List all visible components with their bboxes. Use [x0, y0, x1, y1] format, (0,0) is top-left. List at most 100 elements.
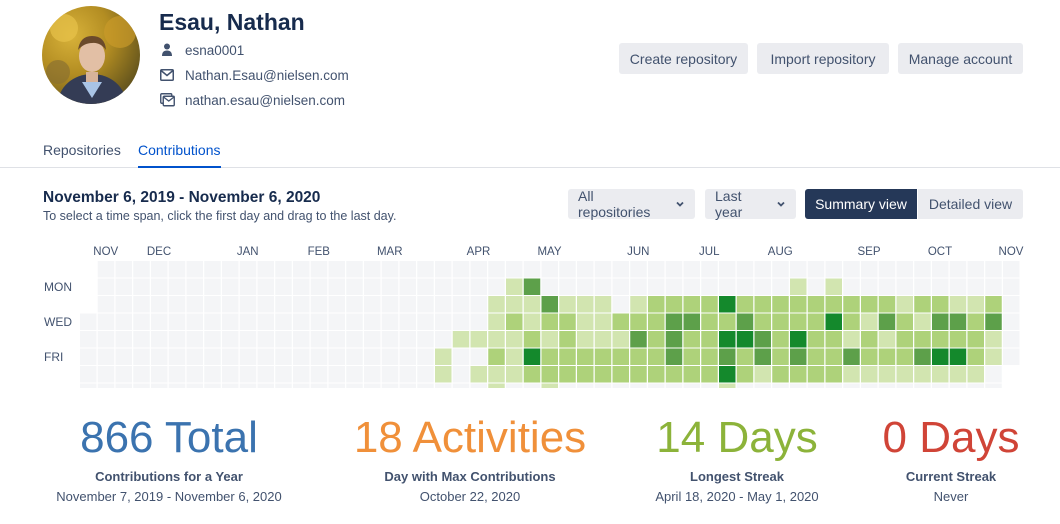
heatmap-day-cell[interactable]: [541, 261, 559, 278]
heatmap-day-cell[interactable]: [630, 383, 647, 389]
heatmap-day-cell[interactable]: [914, 296, 931, 313]
heatmap-day-cell[interactable]: [843, 313, 860, 331]
heatmap-day-cell[interactable]: [399, 261, 417, 278]
heatmap-day-cell[interactable]: [790, 383, 807, 389]
heatmap-day-cell[interactable]: [346, 313, 363, 331]
heatmap-day-cell[interactable]: [133, 278, 150, 296]
heatmap-day-cell[interactable]: [612, 278, 630, 296]
heatmap-day-cell[interactable]: [665, 261, 683, 278]
heatmap-day-cell[interactable]: [683, 348, 701, 366]
heatmap-day-cell[interactable]: [435, 296, 452, 313]
heatmap-day-cell[interactable]: [523, 383, 541, 389]
heatmap-day-cell[interactable]: [949, 366, 967, 383]
heatmap-day-cell[interactable]: [506, 348, 523, 366]
heatmap-day-cell[interactable]: [861, 313, 878, 331]
heatmap-day-cell[interactable]: [328, 261, 346, 278]
heatmap-day-cell[interactable]: [701, 383, 718, 389]
heatmap-day-cell[interactable]: [97, 261, 115, 278]
heatmap-day-cell[interactable]: [665, 331, 683, 348]
heatmap-day-cell[interactable]: [275, 261, 292, 278]
heatmap-day-cell[interactable]: [488, 366, 505, 383]
heatmap-day-cell[interactable]: [417, 348, 434, 366]
heatmap-day-cell[interactable]: [594, 313, 612, 331]
heatmap-day-cell[interactable]: [772, 261, 789, 278]
heatmap-day-cell[interactable]: [239, 261, 257, 278]
heatmap-day-cell[interactable]: [932, 348, 949, 366]
heatmap-day-cell[interactable]: [151, 383, 168, 389]
heatmap-day-cell[interactable]: [754, 278, 772, 296]
heatmap-day-cell[interactable]: [293, 313, 310, 331]
heatmap-day-cell[interactable]: [914, 331, 931, 348]
heatmap-day-cell[interactable]: [115, 348, 133, 366]
heatmap-day-cell[interactable]: [648, 348, 665, 366]
heatmap-day-cell[interactable]: [559, 383, 576, 389]
heatmap-day-cell[interactable]: [222, 383, 239, 389]
heatmap-day-cell[interactable]: [1003, 348, 1020, 366]
heatmap-day-cell[interactable]: [736, 261, 754, 278]
heatmap-day-cell[interactable]: [683, 366, 701, 383]
heatmap-day-cell[interactable]: [949, 261, 967, 278]
heatmap-day-cell[interactable]: [683, 313, 701, 331]
import-repository-button[interactable]: Import repository: [757, 43, 889, 74]
heatmap-day-cell[interactable]: [630, 313, 647, 331]
heatmap-day-cell[interactable]: [470, 331, 488, 348]
heatmap-day-cell[interactable]: [807, 278, 825, 296]
heatmap-day-cell[interactable]: [861, 261, 878, 278]
heatmap-day-cell[interactable]: [612, 383, 630, 389]
heatmap-day-cell[interactable]: [683, 296, 701, 313]
heatmap-day-cell[interactable]: [896, 278, 914, 296]
heatmap-day-cell[interactable]: [825, 278, 843, 296]
heatmap-day-cell[interactable]: [435, 366, 452, 383]
heatmap-day-cell[interactable]: [435, 348, 452, 366]
heatmap-day-cell[interactable]: [399, 383, 417, 389]
heatmap-day-cell[interactable]: [1003, 296, 1020, 313]
heatmap-day-cell[interactable]: [257, 383, 275, 389]
heatmap-day-cell[interactable]: [932, 261, 949, 278]
heatmap-day-cell[interactable]: [701, 348, 718, 366]
heatmap-day-cell[interactable]: [80, 383, 97, 389]
heatmap-day-cell[interactable]: [97, 313, 115, 331]
heatmap-day-cell[interactable]: [541, 313, 559, 331]
heatmap-day-cell[interactable]: [985, 296, 1002, 313]
heatmap-day-cell[interactable]: [665, 383, 683, 389]
heatmap-day-cell[interactable]: [878, 278, 896, 296]
heatmap-day-cell[interactable]: [381, 278, 399, 296]
heatmap-day-cell[interactable]: [630, 261, 647, 278]
heatmap-day-cell[interactable]: [807, 313, 825, 331]
heatmap-day-cell[interactable]: [701, 296, 718, 313]
heatmap-day-cell[interactable]: [222, 331, 239, 348]
heatmap-day-cell[interactable]: [364, 313, 381, 331]
heatmap-day-cell[interactable]: [168, 348, 186, 366]
heatmap-day-cell[interactable]: [435, 313, 452, 331]
heatmap-day-cell[interactable]: [168, 366, 186, 383]
heatmap-day-cell[interactable]: [97, 278, 115, 296]
heatmap-day-cell[interactable]: [168, 278, 186, 296]
heatmap-day-cell[interactable]: [293, 383, 310, 389]
heatmap-day-cell[interactable]: [222, 261, 239, 278]
heatmap-day-cell[interactable]: [825, 313, 843, 331]
heatmap-day-cell[interactable]: [825, 261, 843, 278]
heatmap-day-cell[interactable]: [932, 296, 949, 313]
heatmap-day-cell[interactable]: [701, 278, 718, 296]
heatmap-day-cell[interactable]: [843, 278, 860, 296]
heatmap-day-cell[interactable]: [772, 278, 789, 296]
heatmap-day-cell[interactable]: [115, 278, 133, 296]
heatmap-day-cell[interactable]: [417, 366, 434, 383]
heatmap-day-cell[interactable]: [559, 261, 576, 278]
tab-repositories[interactable]: Repositories: [43, 142, 121, 166]
heatmap-day-cell[interactable]: [967, 313, 985, 331]
repository-filter-dropdown[interactable]: All repositories: [568, 188, 695, 220]
heatmap-day-cell[interactable]: [97, 331, 115, 348]
heatmap-day-cell[interactable]: [1003, 278, 1020, 296]
heatmap-day-cell[interactable]: [719, 348, 736, 366]
heatmap-day-cell[interactable]: [80, 313, 97, 331]
heatmap-day-cell[interactable]: [293, 348, 310, 366]
heatmap-day-cell[interactable]: [364, 348, 381, 366]
heatmap-day-cell[interactable]: [612, 296, 630, 313]
heatmap-day-cell[interactable]: [878, 331, 896, 348]
heatmap-day-cell[interactable]: [825, 348, 843, 366]
heatmap-day-cell[interactable]: [399, 366, 417, 383]
heatmap-day-cell[interactable]: [328, 331, 346, 348]
heatmap-day-cell[interactable]: [399, 331, 417, 348]
heatmap-day-cell[interactable]: [594, 261, 612, 278]
